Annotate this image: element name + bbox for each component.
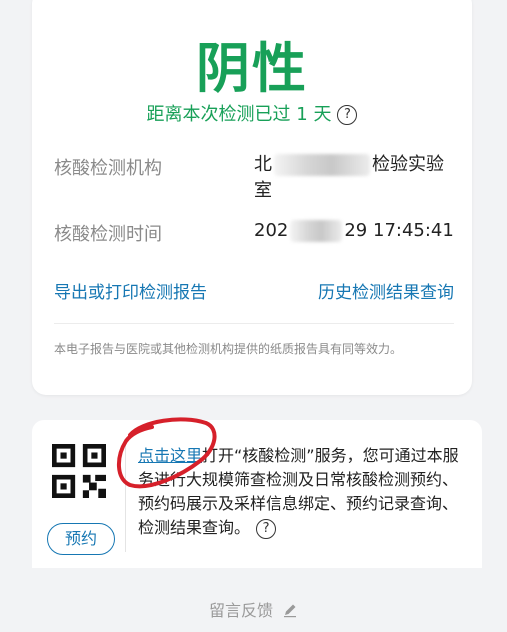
institution-value-start: 北 <box>254 154 272 175</box>
institution-value: 北 检验实验 室 <box>254 152 459 204</box>
feedback-label: 留言反馈 <box>208 601 273 620</box>
redacted-blur <box>290 220 343 242</box>
pencil-icon <box>284 604 297 618</box>
test-time-value: 202 29 17:45:41 <box>254 218 459 244</box>
help-circle-icon[interactable]: ? <box>337 105 358 125</box>
elapsed-since-test: 距离本次检测已过 1 天? <box>32 100 472 126</box>
reserve-button[interactable]: 预约 <box>47 523 115 555</box>
help-circle-icon[interactable]: ? <box>256 518 277 539</box>
institution-label: 核酸检测机构 <box>54 158 162 179</box>
service-description: 点击这里打开“核酸检测”服务，您可通过本服务进行大规模筛查检测及日常核酸检测预约… <box>138 444 468 540</box>
test-result-status: 阴性 <box>196 37 308 100</box>
test-result-card: 阴性 距离本次检测已过 1 天? 核酸检测机构 北 检验实验 室 核酸检测时间 2… <box>32 0 472 395</box>
divider <box>125 440 126 552</box>
feedback-link[interactable]: 留言反馈 <box>0 597 507 621</box>
service-card: 预约 点击这里打开“核酸检测”服务，您可通过本服务进行大规模筛查检测及日常核酸检… <box>32 420 482 568</box>
report-disclaimer: 本电子报告与医院或其他检测机构提供的纸质报告具有同等效力。 <box>54 342 403 356</box>
click-here-link[interactable]: 点击这里 <box>138 446 202 465</box>
institution-value-end: 检验实验 <box>372 154 444 175</box>
test-time-start: 202 <box>254 220 289 241</box>
institution-value-line2: 室 <box>254 180 272 201</box>
redacted-blur <box>274 154 370 176</box>
test-time-label: 核酸检测时间 <box>54 224 162 245</box>
export-report-link[interactable]: 导出或打印检测报告 <box>54 278 207 303</box>
qr-code-icon <box>52 444 106 498</box>
elapsed-text: 距离本次检测已过 1 天 <box>146 104 332 125</box>
divider <box>54 323 454 324</box>
history-results-link[interactable]: 历史检测结果查询 <box>318 278 454 303</box>
test-time-end: 29 17:45:41 <box>344 220 454 241</box>
